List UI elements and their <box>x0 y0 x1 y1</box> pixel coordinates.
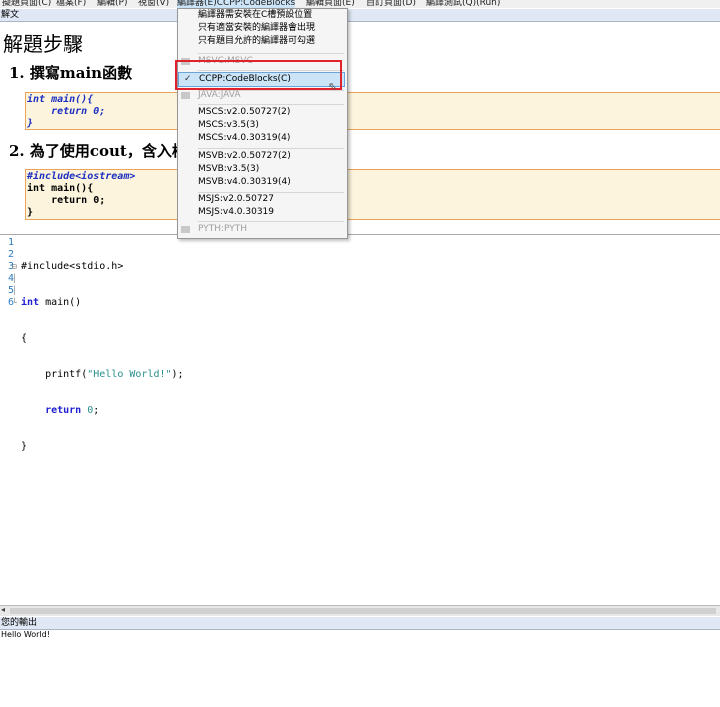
highlight-box <box>175 60 342 90</box>
menu-compiler[interactable]: 編譯器(E)CCPP:CodeBlocks <box>177 0 296 8</box>
menu-item-info-allowed[interactable]: 只有題目允許的編譯器可勾選 <box>178 35 345 48</box>
menu-separator <box>198 53 344 54</box>
editor-horizontal-scrollbar[interactable]: ◂ <box>0 605 720 616</box>
menu-item-info-install[interactable]: 編譯器需安裝在C槽預設位置 <box>178 9 345 22</box>
menu-custom-page[interactable]: 自訂頁面(D) <box>366 0 416 8</box>
step-2-title: 2. 為了使用cout，含入標 <box>9 142 187 160</box>
code-text[interactable]: #include<stdio.h> int main() { printf("H… <box>21 237 184 477</box>
code-line-2: int main() <box>21 297 82 308</box>
code-line-1: #include<stdio.h> <box>21 261 124 272</box>
menu-edit-page[interactable]: 編輯頁面(E) <box>306 0 355 8</box>
code-line-4: printf("Hello World!"); <box>21 369 184 380</box>
fold-toggle-icon[interactable]: ⊟ <box>12 261 19 273</box>
solution-panel-title: 解文 <box>0 9 720 22</box>
compiler-dropdown-menu: 編譯器需安裝在C槽預設位置 只有適當安裝的編譯器會出現 只有題目允許的編譯器可勾… <box>177 8 348 239</box>
code-editor[interactable]: 1 2 3 4 5 6 ⊟ │ │ └ #include<stdio.h> int … <box>0 234 720 606</box>
code-line-5: return 0; <box>21 405 100 416</box>
mouse-pointer-icon: ⇖ <box>328 80 338 93</box>
step-2-code-block: #include<iostream> int main(){ return 0;… <box>25 169 720 220</box>
menu-item-msvb-2[interactable]: MSVB:v2.0.50727(2) <box>178 150 345 163</box>
menu-item-msjs-2[interactable]: MSJS:v2.0.50727 <box>178 193 345 206</box>
output-text: Hello World! <box>1 630 50 639</box>
code-line: int main(){ <box>27 94 94 105</box>
menu-item-java[interactable]: JAVA:JAVA <box>178 89 345 102</box>
compiler-icon <box>181 92 190 99</box>
scroll-left-icon[interactable]: ◂ <box>1 605 5 614</box>
step-1-code-block: int main(){ return 0; } <box>25 92 720 130</box>
code-line: return 0; <box>27 106 106 117</box>
menu-separator <box>198 148 344 149</box>
code-line: } <box>27 118 34 129</box>
fold-margin: ⊟ │ │ └ <box>12 237 19 309</box>
menu-view[interactable]: 視窗(V) <box>138 0 169 8</box>
solution-panel: 解題步驟 1. 撰寫main函數 int main(){ return 0; }… <box>0 22 720 234</box>
output-panel-title: 您的輸出 <box>0 617 720 630</box>
menu-item-mscs-3[interactable]: MSCS:v3.5(3) <box>178 119 345 132</box>
code-line: #include<iostream> <box>27 171 136 182</box>
menu-item-mscs-4[interactable]: MSCS:v4.0.30319(4) <box>178 132 345 145</box>
solution-heading: 解題步驟 <box>3 32 83 56</box>
step-1-title: 1. 撰寫main函數 <box>9 64 133 82</box>
menu-edit[interactable]: 編輯(P) <box>97 0 127 8</box>
menu-bar: 擬題頁面(C) 檔案(F) 編輯(P) 視窗(V) 編譯器(E)CCPP:Cod… <box>0 0 720 8</box>
code-line: return 0; <box>27 195 106 206</box>
menu-item-pyth[interactable]: PYTH:PYTH <box>178 223 345 236</box>
menu-item-info-installed[interactable]: 只有適當安裝的編譯器會出現 <box>178 22 345 35</box>
menu-separator <box>198 104 344 105</box>
scrollbar-thumb[interactable] <box>10 608 716 614</box>
menu-compile-test[interactable]: 編譯測試(Q)(Run) <box>426 0 500 8</box>
code-line: int main(){ <box>27 183 94 194</box>
menu-item-msvb-4[interactable]: MSVB:v4.0.30319(4) <box>178 176 345 189</box>
menu-item-msvb-3[interactable]: MSVB:v3.5(3) <box>178 163 345 176</box>
menu-item-mscs-2[interactable]: MSCS:v2.0.50727(2) <box>178 106 345 119</box>
menu-item-msjs-4[interactable]: MSJS:v4.0.30319 <box>178 206 345 219</box>
code-line: } <box>27 207 34 218</box>
code-line-3: { <box>21 333 28 344</box>
menu-file[interactable]: 檔案(F) <box>56 0 86 8</box>
menu-separator <box>198 221 344 222</box>
code-line-6: } <box>21 441 28 452</box>
menu-problem[interactable]: 擬題頁面(C) <box>2 0 51 8</box>
compiler-icon <box>181 226 190 233</box>
